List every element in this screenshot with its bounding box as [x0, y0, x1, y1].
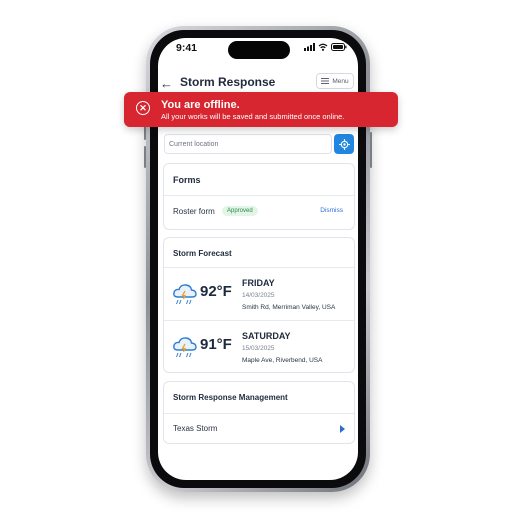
- power-button: [370, 132, 372, 168]
- signal-icon: [304, 43, 315, 51]
- hamburger-icon: [321, 78, 330, 84]
- crosshair-icon: [338, 138, 350, 150]
- management-item-texas-storm[interactable]: Texas Storm: [173, 424, 217, 433]
- back-arrow-icon[interactable]: ←: [160, 76, 173, 91]
- storm-forecast-card: Storm Forecast 92°F FRIDAY 14/03/2025 Sm…: [163, 237, 355, 373]
- roster-form-label[interactable]: Roster form: [173, 207, 215, 216]
- forecast-date: 15/03/2025: [242, 345, 275, 352]
- menu-label: Menu: [332, 77, 349, 85]
- page-title: Storm Response: [180, 75, 276, 89]
- chevron-right-icon[interactable]: [340, 425, 345, 433]
- forecast-row[interactable]: 92°F FRIDAY 14/03/2025 Smith Rd, Merrima…: [164, 268, 354, 320]
- status-badge: Approved: [222, 206, 258, 216]
- forecast-row[interactable]: 91°F SATURDAY 15/03/2025 Maple Ave, Rive…: [164, 321, 354, 373]
- status-time: 9:41: [176, 42, 198, 54]
- forms-title: Forms: [173, 175, 201, 185]
- offline-banner: ✕ You are offline. All your works will b…: [124, 92, 398, 127]
- battery-icon: [331, 43, 347, 51]
- locate-button[interactable]: [334, 134, 354, 154]
- dismiss-link[interactable]: Dismiss: [320, 207, 343, 214]
- forecast-address: Smith Rd, Merriman Valley, USA: [242, 304, 336, 311]
- storm-cloud-icon: [173, 284, 197, 305]
- forecast-day: FRIDAY: [242, 278, 275, 288]
- location-input[interactable]: Current location: [164, 134, 332, 154]
- forms-card: Forms Roster form Approved Dismiss: [163, 163, 355, 230]
- banner-message: All your works will be saved and submitt…: [161, 112, 345, 121]
- banner-title: You are offline.: [161, 99, 240, 111]
- forecast-date: 14/03/2025: [242, 292, 275, 299]
- dynamic-island: [228, 41, 290, 59]
- storm-management-card: Storm Response Management Texas Storm: [163, 381, 355, 444]
- forecast-title: Storm Forecast: [173, 249, 232, 258]
- forecast-temperature: 92°F: [200, 283, 232, 300]
- forecast-temperature: 91°F: [200, 336, 232, 353]
- menu-button[interactable]: Menu: [316, 73, 354, 89]
- divider: [164, 413, 354, 414]
- error-icon: ✕: [136, 101, 150, 115]
- status-icons: [304, 43, 347, 51]
- wifi-icon: [318, 43, 328, 51]
- forecast-day: SATURDAY: [242, 331, 291, 341]
- volume-down-button: [144, 146, 146, 168]
- forecast-address: Maple Ave, Riverbend, USA: [242, 357, 323, 364]
- divider: [164, 195, 354, 196]
- storm-cloud-icon: [173, 337, 197, 358]
- management-title: Storm Response Management: [173, 393, 288, 402]
